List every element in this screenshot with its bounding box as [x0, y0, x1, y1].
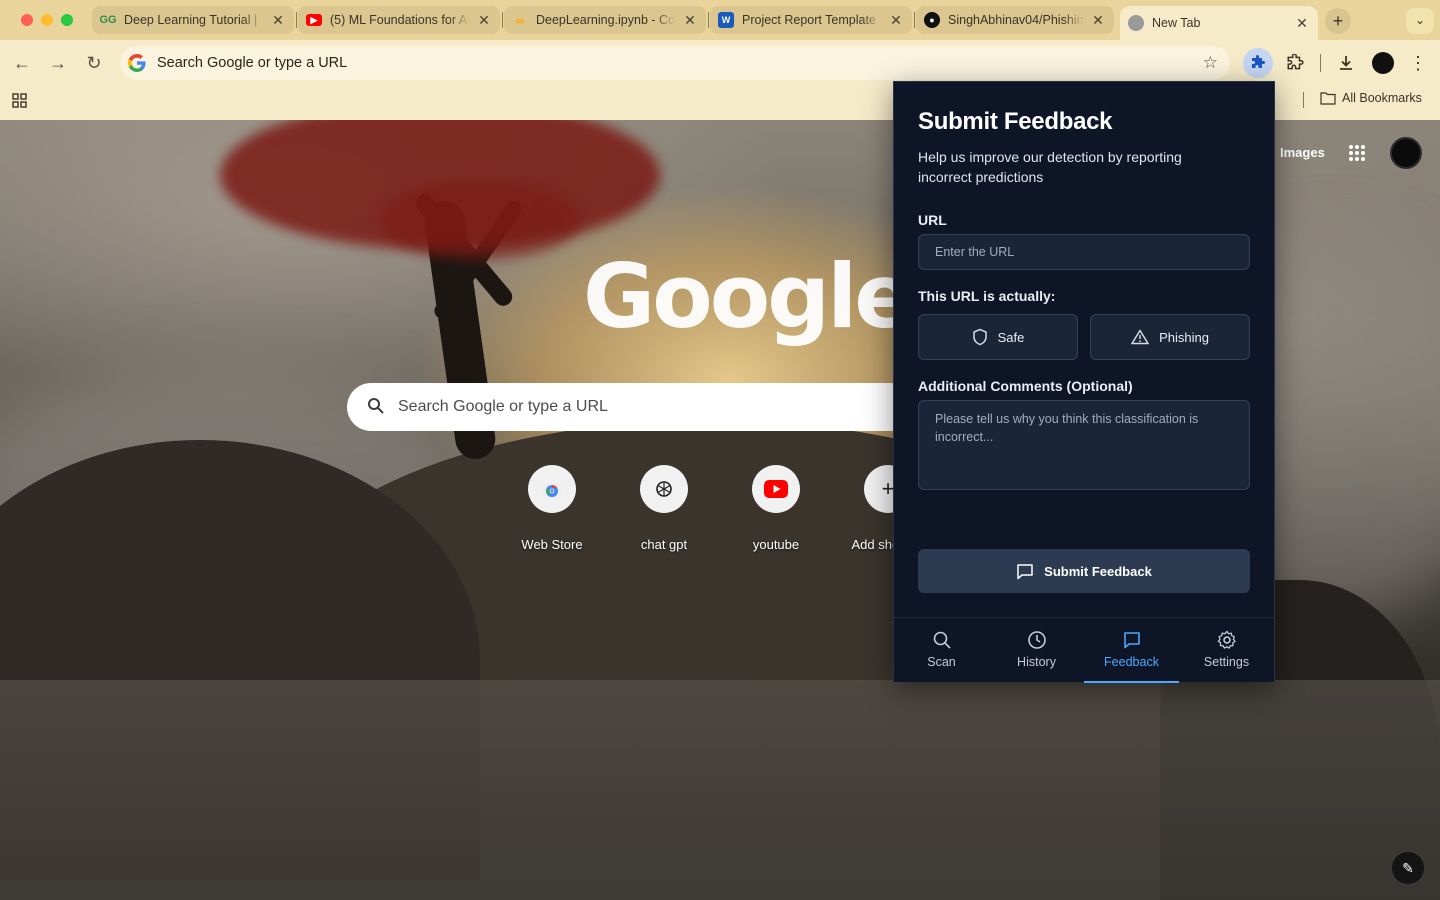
youtube-icon: ▶: [306, 14, 322, 26]
message-icon: [1017, 563, 1033, 579]
popup-title: Submit Feedback: [918, 108, 1113, 135]
gfg-icon: GG: [99, 14, 117, 26]
popup-bottom-nav: Scan History Feedback Settings: [894, 617, 1274, 683]
forward-button[interactable]: →: [46, 51, 70, 75]
phishing-label: Phishing: [1159, 329, 1209, 345]
clock-icon: [1027, 631, 1046, 649]
submit-label: Submit Feedback: [1044, 563, 1152, 579]
google-logo: Google: [583, 245, 914, 348]
profile-button[interactable]: [1369, 49, 1397, 77]
tab-deep-learning[interactable]: GG Deep Learning Tutorial | ✕: [92, 6, 294, 34]
shortcut-label: youtube: [752, 537, 800, 552]
nav-settings[interactable]: Settings: [1179, 618, 1274, 683]
tab-title: SinghAbhinav04/Phishing: [948, 13, 1084, 27]
tab-project-report[interactable]: W Project Report Template ✕: [710, 6, 912, 34]
all-bookmarks-label: All Bookmarks: [1342, 91, 1422, 105]
gear-icon: [1217, 630, 1236, 649]
google-account-avatar[interactable]: [1390, 137, 1422, 169]
tab-title: Deep Learning Tutorial |: [124, 13, 258, 27]
close-icon[interactable]: ✕: [682, 12, 698, 29]
safe-button[interactable]: Safe: [918, 314, 1078, 360]
url-input[interactable]: [918, 234, 1250, 270]
google-g-icon: [128, 54, 146, 72]
colab-icon: ∞: [515, 12, 525, 28]
extensions-puzzle-icon: [1287, 54, 1304, 70]
message-icon: [1123, 632, 1140, 649]
menu-kebab-icon[interactable]: ⋮: [1404, 49, 1432, 77]
github-icon: ●: [924, 12, 940, 28]
phishing-extension-button[interactable]: [1243, 48, 1273, 78]
tab-search-button[interactable]: ⌄: [1406, 8, 1434, 34]
tab-title: New Tab: [1152, 16, 1201, 30]
shortcut-label: chat gpt: [640, 537, 688, 552]
nav-label: Settings: [1203, 655, 1250, 669]
shortcut-web-store[interactable]: Web Store: [496, 465, 608, 552]
nav-label: History: [1017, 655, 1056, 669]
apps-grid-icon[interactable]: [12, 93, 28, 109]
tab-strip: GG Deep Learning Tutorial | ✕ ▶ (5) ML F…: [0, 0, 1440, 40]
bookmark-star-icon[interactable]: ☆: [1203, 53, 1218, 73]
tab-new-tab[interactable]: New Tab ✕: [1120, 6, 1318, 40]
close-icon[interactable]: ✕: [888, 12, 904, 29]
google-apps-icon[interactable]: [1348, 144, 1366, 162]
downloads-button[interactable]: [1332, 49, 1360, 77]
tab-title: DeepLearning.ipynb - Colab: [536, 13, 676, 27]
feedback-popup: Submit Feedback Help us improve our dete…: [893, 81, 1275, 683]
shield-icon: [972, 328, 987, 346]
avatar: [1372, 52, 1394, 74]
folder-icon: [1320, 92, 1336, 105]
url-label: URL: [918, 212, 947, 228]
close-icon[interactable]: ✕: [270, 12, 286, 29]
browser-toolbar: ← → ↻ ☆ ⋮: [0, 40, 1440, 86]
omnibox-input[interactable]: [157, 46, 1157, 80]
maximize-window-button[interactable]: [61, 14, 73, 26]
tab-title: Project Report Template: [742, 13, 876, 27]
download-icon: [1340, 56, 1352, 70]
word-icon: W: [718, 12, 734, 28]
puzzle-icon: [1252, 55, 1265, 68]
chrome-icon: [1128, 15, 1144, 31]
close-icon[interactable]: ✕: [1294, 15, 1310, 32]
nav-label: Feedback: [1104, 655, 1159, 669]
minimize-window-button[interactable]: [41, 14, 53, 26]
submit-feedback-button[interactable]: Submit Feedback: [918, 549, 1250, 593]
omnibox[interactable]: ☆: [120, 46, 1230, 80]
safe-label: Safe: [997, 329, 1025, 345]
search-icon: [933, 631, 951, 649]
tab-colab[interactable]: ∞ DeepLearning.ipynb - Colab ✕: [504, 6, 706, 34]
youtube-icon: [752, 465, 800, 513]
search-icon: [368, 398, 384, 414]
nav-history[interactable]: History: [989, 618, 1084, 683]
openai-icon: [640, 465, 688, 513]
shortcut-chat-gpt[interactable]: chat gpt: [608, 465, 720, 552]
ntp-search-input[interactable]: [398, 383, 898, 431]
customize-pencil-icon[interactable]: ✎: [1392, 852, 1424, 884]
shortcut-label: Web Store: [521, 537, 583, 552]
comments-textarea[interactable]: [918, 400, 1250, 490]
tab-ml-foundations[interactable]: ▶ (5) ML Foundations for AI ✕: [298, 6, 500, 34]
nav-label: Scan: [927, 655, 956, 669]
reload-button[interactable]: ↻: [82, 51, 106, 75]
close-window-button[interactable]: [21, 14, 33, 26]
nav-feedback[interactable]: Feedback: [1084, 618, 1179, 683]
chrome-web-store-icon: [528, 465, 576, 513]
back-button[interactable]: ←: [10, 51, 34, 75]
popup-subtitle: Help us improve our detection by reporti…: [918, 149, 1182, 185]
close-icon[interactable]: ✕: [1090, 12, 1106, 29]
tab-title: (5) ML Foundations for AI: [330, 13, 470, 27]
classification-label: This URL is actually:: [918, 288, 1056, 304]
new-tab-button[interactable]: +: [1325, 8, 1351, 34]
close-icon[interactable]: ✕: [476, 12, 492, 29]
water-reflection: [0, 680, 1440, 900]
warning-triangle-icon: [1131, 329, 1149, 345]
tab-github[interactable]: ● SinghAbhinav04/Phishing ✕: [916, 6, 1114, 34]
phishing-button[interactable]: Phishing: [1090, 314, 1250, 360]
images-link[interactable]: Images: [1280, 145, 1325, 160]
comments-label: Additional Comments (Optional): [918, 378, 1133, 394]
nav-scan[interactable]: Scan: [894, 618, 989, 683]
shortcut-youtube[interactable]: youtube: [720, 465, 832, 552]
all-bookmarks-button[interactable]: All Bookmarks: [1320, 91, 1422, 105]
extensions-button[interactable]: [1281, 49, 1309, 77]
